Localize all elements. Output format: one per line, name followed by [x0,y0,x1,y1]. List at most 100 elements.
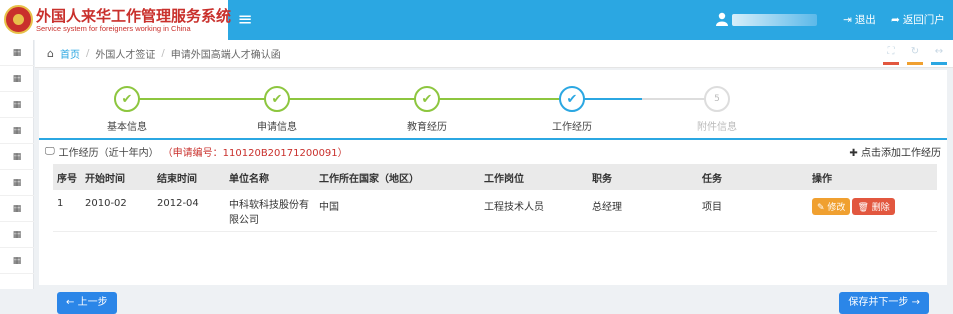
col-title: 职务 [592,173,612,185]
breadcrumb-item-current: 申请外国高端人才确认函 [170,50,281,61]
grid-icon: ▦ [12,255,22,266]
col-org: 单位名称 [229,173,269,185]
grid-icon: ▦ [12,125,22,136]
monitor-icon: 🖵 [45,146,55,157]
return-portal-label: 返回门户 [902,14,945,26]
share-arrow-icon: ➦ [891,13,900,26]
sidebar-item-9[interactable]: ▦ [0,248,34,274]
cell-position: 工程技术人员 [484,202,544,213]
logout-label: 退出 [854,14,876,26]
sidebar-item-7[interactable]: ▦ [0,196,34,222]
cell-start: 2010-02 [85,198,127,209]
step-5-label: 附件信息 [697,122,737,133]
save-next-label: 保存并下一步 [848,297,909,308]
plus-icon: ✚ [849,148,858,159]
progress-steps: ✔ 基本信息 ✔ 申请信息 ✔ 教育经历 ✔ 工作经历 5 附件信息 [39,70,947,138]
previous-step-button[interactable]: ← 上一步 [57,292,117,314]
cell-org-line1: 中科软科技股份有 [229,200,309,211]
top-bar: 外国人来华工作管理服务系统 Service system for foreign… [0,0,953,40]
grid-icon: ▦ [12,73,22,84]
edit-label: 修改 [827,203,846,213]
sidebar-item-6[interactable]: ▦ [0,170,34,196]
edit-icon: ✎ [817,203,825,213]
step-4-label: 工作经历 [552,122,592,133]
step-3-label: 教育经历 [407,122,447,133]
arrow-right-icon: → [911,297,920,308]
step-3-check-icon[interactable]: ✔ [414,86,440,112]
hamburger-icon[interactable]: ≡ [230,0,260,40]
cell-actions: ✎ 修改 🗑 删除 [812,198,932,215]
grid-icon: ▦ [12,229,22,240]
application-number: （申请编号：110120B20171200091） [162,148,348,159]
grid-icon: ▦ [12,177,22,188]
col-country: 工作所在国家（地区） [319,173,419,185]
cell-task: 项目 [702,202,722,213]
col-actions: 操作 [812,173,832,185]
step-2-label: 申请信息 [257,122,297,133]
cell-end: 2012-04 [157,198,199,209]
breadcrumb-item-visa[interactable]: 外国人才签证 [95,46,155,61]
step-1-check-icon[interactable]: ✔ [114,86,140,112]
previous-step-label: 上一步 [77,297,108,308]
breadcrumb-separator: / [85,48,90,59]
delete-label: 删除 [871,203,890,213]
sidebar-item-5[interactable]: ▦ [0,144,34,170]
breadcrumb-separator: / [161,48,165,59]
logout-button[interactable]: ⇥ 退出 [843,12,876,27]
fullscreen-icon[interactable]: ⛶ [883,46,899,65]
trash-icon: 🗑 [857,203,869,213]
national-emblem-icon [4,5,33,34]
step-connector [277,98,427,100]
table-header: 序号 开始时间 结束时间 单位名称 工作所在国家（地区） 工作岗位 职务 任务 … [53,164,937,190]
sidebar: ▦ ▦ ▦ ▦ ▦ ▦ ▦ ▦ ▦ [0,40,34,289]
step-1-label: 基本信息 [107,122,147,133]
cell-index: 1 [57,198,64,209]
col-index: 序号 [57,173,77,185]
add-work-experience-button[interactable]: ✚ 点击添加工作经历 [849,144,941,159]
logout-icon: ⇥ [843,13,852,26]
step-connector [427,98,572,100]
grid-icon: ▦ [12,99,22,110]
edit-button[interactable]: ✎ 修改 [812,198,851,215]
col-start: 开始时间 [85,173,125,185]
cell-org: 中科软科技股份有 限公司 [229,198,319,228]
app-subtitle: Service system for foreigners working in… [36,24,191,33]
add-work-experience-label: 点击添加工作经历 [861,148,941,159]
grid-icon: ▦ [12,203,22,214]
arrow-left-icon: ← [66,297,75,308]
save-next-button[interactable]: 保存并下一步 → [839,292,929,314]
grid-icon: ▦ [12,151,22,162]
refresh-icon[interactable]: ↻ [907,46,923,65]
section-header: 🖵 工作经历（近十年内） （申请编号：110120B20171200091） [45,144,348,159]
tool-icons: ⛶ ↻ ↔ [883,46,947,65]
cell-title: 总经理 [592,202,622,213]
breadcrumb-home[interactable]: 首页 [60,46,80,61]
table-row: 1 2010-02 2012-04 中科软科技股份有 限公司 中国 工程技术人员… [53,190,937,232]
return-portal-button[interactable]: ➦ 返回门户 [891,12,945,27]
user-icon [716,12,728,26]
logo-area[interactable]: 外国人来华工作管理服务系统 Service system for foreign… [0,0,231,40]
sidebar-item-1[interactable]: ▦ [0,40,34,66]
sidebar-item-4[interactable]: ▦ [0,118,34,144]
home-icon: ⌂ [47,47,54,60]
form-panel: ✔ 基本信息 ✔ 申请信息 ✔ 教育经历 ✔ 工作经历 5 附件信息 🖵 工作经… [39,70,947,314]
col-task: 任务 [702,173,722,185]
breadcrumb: ⌂ 首页 / 外国人才签证 / 申请外国高端人才确认函 ⛶ ↻ ↔ [35,40,953,68]
section-divider [39,138,947,140]
sidebar-item-2[interactable]: ▦ [0,66,34,92]
step-4-active-icon[interactable]: ✔ [559,86,585,112]
sidebar-item-3[interactable]: ▦ [0,92,34,118]
delete-button[interactable]: 🗑 删除 [852,198,895,215]
section-title: 工作经历（近十年内） [58,148,159,159]
grid-icon: ▦ [12,47,22,58]
cell-country: 中国 [319,202,339,213]
main-content: ⌂ 首页 / 外国人才签证 / 申请外国高端人才确认函 ⛶ ↻ ↔ ✔ 基本信息… [35,40,953,314]
step-5-number[interactable]: 5 [704,86,730,112]
step-connector [127,98,277,100]
col-position: 工作岗位 [484,173,524,185]
work-experience-table: 序号 开始时间 结束时间 单位名称 工作所在国家（地区） 工作岗位 职务 任务 … [53,164,937,232]
step-2-check-icon[interactable]: ✔ [264,86,290,112]
user-name-redacted[interactable] [732,14,817,26]
sidebar-item-8[interactable]: ▦ [0,222,34,248]
collapse-icon[interactable]: ↔ [931,46,947,65]
